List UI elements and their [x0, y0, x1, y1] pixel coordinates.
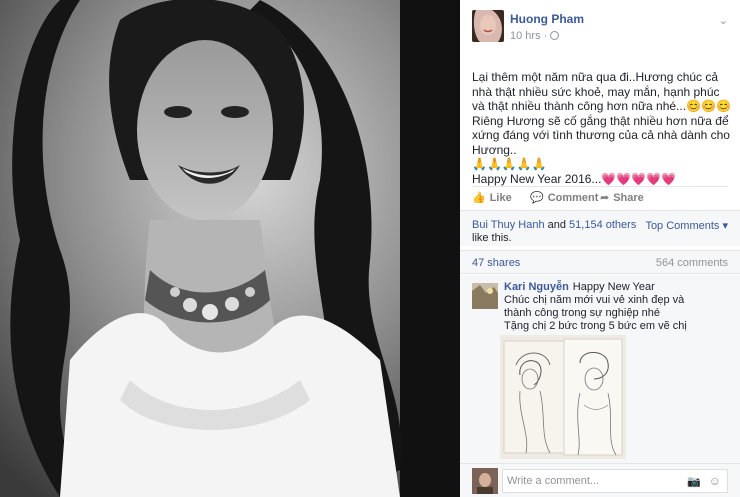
comment-composer: 📷 ☺: [460, 463, 740, 497]
reactions-bar: Bui Thuy Hanh and 51,154 others like thi…: [460, 210, 740, 246]
thumbs-up-icon: 👍: [472, 192, 486, 204]
commenter-name[interactable]: Kari Nguyễn: [504, 281, 569, 293]
share-label: Share: [613, 192, 644, 204]
author-avatar[interactable]: [472, 10, 504, 42]
portrait-photo: [0, 0, 460, 497]
current-user-avatar: [472, 468, 498, 494]
comments-count[interactable]: 564 comments: [656, 257, 728, 269]
like-label: Like: [489, 192, 512, 204]
post-meta: 10 hrs ·: [510, 30, 560, 42]
likes-summary: Bui Thuy Hanh and 51,154 others like thi…: [472, 219, 652, 245]
engagement-counts: 47 shares 564 comments: [460, 250, 740, 274]
author-avatar-image: [472, 10, 504, 42]
post-body-line: 🙏🙏🙏🙏🙏: [472, 157, 547, 171]
comment-first-text: Happy New Year: [572, 281, 655, 293]
post-actions: 👍 Like 💬 Comment ➦ Share: [472, 186, 728, 208]
likes-suffix: like this.: [472, 232, 512, 244]
comment-item: Kari Nguyễn Happy New Year Chúc chị năm m…: [460, 275, 740, 463]
globe-icon: [550, 31, 560, 40]
comment-line: Tặng chị 2 bức trong 5 bức em vẽ chị: [504, 320, 687, 332]
top-comments-dropdown[interactable]: Top Comments ▾: [645, 219, 728, 232]
sketch-drawing-image: [500, 335, 626, 459]
comment-text: Chúc chị năm mới vui vẻ xinh đẹp và thàn…: [504, 294, 714, 333]
share-arrow-icon: ➦: [600, 192, 610, 204]
liker-name[interactable]: Bui Thuy Hanh: [472, 219, 545, 231]
camera-icon[interactable]: 📷: [687, 475, 701, 488]
photo-viewer: Huong Pham 10 hrs · ⌄ Lại thêm một năm nữ…: [0, 0, 740, 497]
comment-input[interactable]: [503, 470, 683, 492]
post-panel: Huong Pham 10 hrs · ⌄ Lại thêm một năm nữ…: [460, 0, 740, 497]
comment-label: Comment: [547, 192, 599, 204]
shares-count[interactable]: 47 shares: [472, 257, 520, 269]
comment-line: Chúc chị năm mới vui vẻ xinh đẹp và thàn…: [504, 294, 685, 319]
post-options-chevron-icon[interactable]: ⌄: [719, 14, 728, 27]
smiley-icon[interactable]: ☺: [709, 474, 721, 488]
post-time[interactable]: 10 hrs: [510, 30, 541, 42]
comment-bubble-icon: 💬: [530, 192, 544, 204]
comment-header: Kari Nguyễn Happy New Year: [504, 281, 655, 293]
main-photo[interactable]: [0, 0, 460, 497]
post-body-line: Lại thêm một năm nữa qua đi..Hương chúc …: [472, 70, 731, 157]
commenter-avatar-image: [472, 283, 498, 309]
meta-separator: ·: [543, 30, 548, 42]
post-body-line: Happy New Year 2016...💗💗💗💗💗: [472, 171, 677, 186]
comment-input-box[interactable]: 📷 ☺: [502, 469, 728, 493]
share-button[interactable]: ➦ Share: [600, 191, 644, 204]
comment-button[interactable]: 💬 Comment: [530, 191, 598, 204]
commenter-avatar[interactable]: [472, 283, 498, 309]
others-link[interactable]: 51,154 others: [569, 219, 636, 231]
like-button[interactable]: 👍 Like: [472, 191, 512, 204]
post-body: Lại thêm một năm nữa qua đi..Hương chúc …: [472, 70, 732, 186]
likes-and: and: [544, 219, 570, 231]
current-user-avatar-image: [472, 468, 498, 494]
author-name[interactable]: Huong Pham: [510, 12, 584, 26]
comment-attached-image[interactable]: [500, 335, 626, 459]
post-header: Huong Pham 10 hrs · ⌄: [472, 8, 732, 44]
